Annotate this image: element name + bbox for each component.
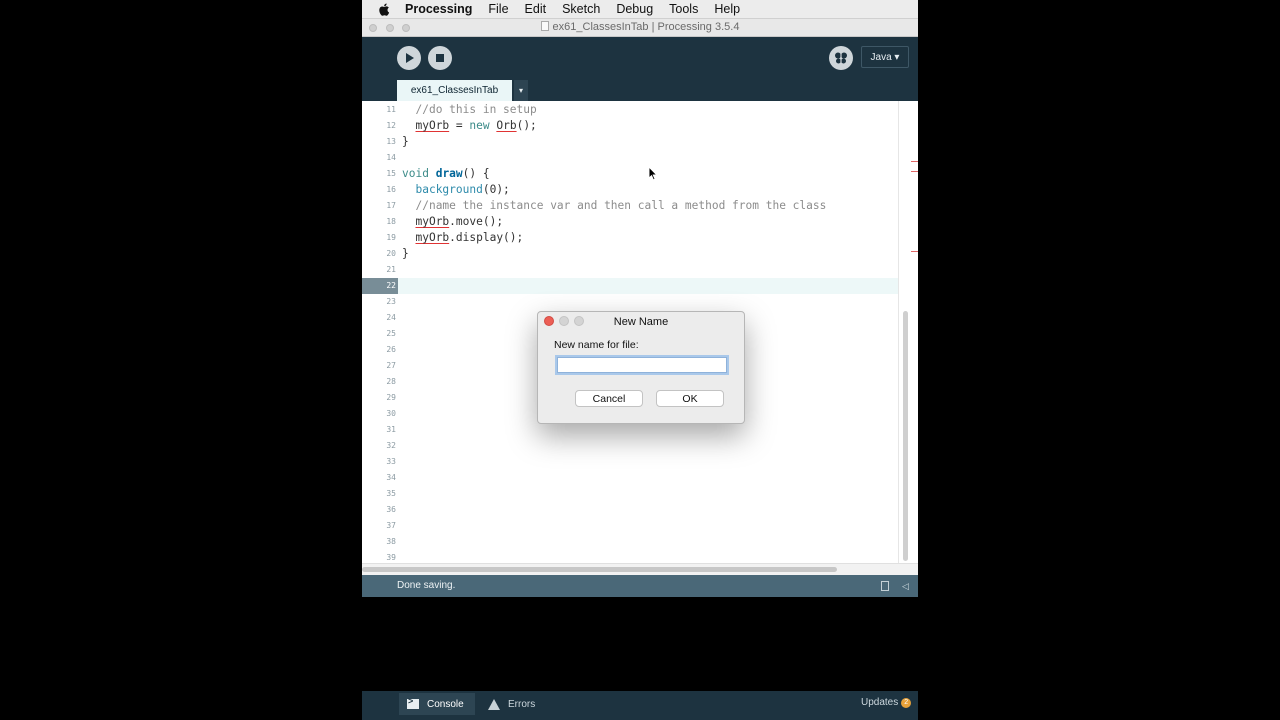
horizontal-scroll-thumb[interactable] (362, 567, 837, 572)
line-number: 37 (386, 521, 396, 530)
horizontal-scrollbar[interactable] (362, 563, 918, 575)
window-title: ex61_ClassesInTab | Processing 3.5.4 (552, 21, 740, 33)
tab-console[interactable]: Console (399, 693, 475, 715)
line-number: 18 (386, 217, 396, 226)
apple-icon[interactable] (378, 3, 390, 16)
code-line[interactable]: myOrb.display(); (402, 230, 523, 246)
line-number: 20 (386, 249, 396, 258)
code-line[interactable]: //name the instance var and then call a … (402, 198, 826, 214)
code-line[interactable]: background(0); (402, 182, 509, 198)
debugger-button[interactable] (829, 46, 853, 70)
warning-icon (488, 698, 500, 710)
code-line[interactable]: void draw() { (402, 166, 490, 182)
line-number: 28 (386, 377, 396, 386)
code-line[interactable]: } (402, 134, 409, 150)
error-marker[interactable] (911, 171, 918, 172)
mouse-pointer-icon (648, 165, 658, 186)
tab-errors[interactable]: Errors (488, 693, 535, 715)
menu-sketch[interactable]: Sketch (562, 2, 600, 16)
line-number: 11 (386, 105, 396, 114)
error-marker[interactable] (911, 251, 918, 252)
stop-icon (436, 54, 444, 62)
line-number: 31 (386, 425, 396, 434)
menu-debug[interactable]: Debug (616, 2, 653, 16)
menu-file[interactable]: File (488, 2, 508, 16)
vertical-scrollbar[interactable] (898, 101, 910, 563)
mac-menubar: Processing File Edit Sketch Debug Tools … (362, 0, 918, 19)
tab-menu-button[interactable]: ▾ (514, 80, 528, 101)
cancel-button[interactable]: Cancel (575, 390, 643, 407)
line-number: 21 (386, 265, 396, 274)
play-icon (406, 53, 414, 63)
line-number: 26 (386, 345, 396, 354)
dialog-title: New Name (613, 316, 669, 328)
stop-button[interactable] (428, 46, 452, 70)
line-number: 24 (386, 313, 396, 322)
line-number: 33 (386, 457, 396, 466)
line-number: 12 (386, 121, 396, 130)
copy-icon[interactable] (881, 581, 889, 591)
collapse-console-icon[interactable]: ◁ (902, 581, 909, 592)
code-line[interactable]: myOrb.move(); (402, 214, 503, 230)
line-number: 35 (386, 489, 396, 498)
line-number: 38 (386, 537, 396, 546)
line-number: 15 (386, 169, 396, 178)
console-tab-label: Console (427, 698, 464, 710)
sketch-toolbar: Java ▾ ex61_ClassesInTab ▾ (362, 37, 918, 101)
menu-app-processing[interactable]: Processing (405, 2, 472, 16)
ok-button[interactable]: OK (656, 390, 724, 407)
line-number: 22 (386, 281, 396, 290)
mode-selector[interactable]: Java ▾ (861, 46, 909, 68)
line-number: 36 (386, 505, 396, 514)
rename-dialog: New Name New name for file: Cancel OK (537, 311, 745, 424)
updates-label: Updates (861, 697, 899, 708)
line-number: 29 (386, 393, 396, 402)
line-number: 19 (386, 233, 396, 242)
run-button[interactable] (397, 46, 421, 70)
line-number: 25 (386, 329, 396, 338)
document-icon (540, 21, 549, 31)
code-line[interactable]: } (402, 246, 409, 262)
terminal-icon (407, 696, 419, 709)
code-line[interactable]: myOrb = new Orb(); (402, 118, 536, 134)
line-number: 30 (386, 409, 396, 418)
updates-count-badge: 2 (901, 697, 912, 708)
menu-help[interactable]: Help (714, 2, 740, 16)
new-name-input[interactable] (557, 357, 727, 373)
console-bar: Console Errors Updates 2 (362, 691, 918, 720)
error-marker[interactable] (911, 161, 918, 162)
new-name-label: New name for file: (554, 339, 639, 351)
line-number: 13 (386, 137, 396, 146)
current-line-highlight (362, 278, 898, 294)
window-titlebar: ex61_ClassesInTab | Processing 3.5.4 (362, 19, 918, 37)
status-message: Done saving. (397, 580, 456, 591)
line-number: 32 (386, 441, 396, 450)
tab-ex61-classesintab[interactable]: ex61_ClassesInTab (397, 80, 512, 101)
errors-tab-label: Errors (508, 698, 536, 710)
line-number: 34 (386, 473, 396, 482)
code-line[interactable]: //do this in setup (402, 102, 536, 118)
vertical-scroll-thumb[interactable] (903, 311, 908, 561)
menu-tools[interactable]: Tools (669, 2, 698, 16)
line-number: 14 (386, 153, 396, 162)
line-number: 16 (386, 185, 396, 194)
line-number: 27 (386, 361, 396, 370)
updates-button[interactable]: Updates 2 (861, 697, 912, 708)
menu-edit[interactable]: Edit (525, 2, 547, 16)
status-bar: Done saving. ◁ (362, 575, 918, 597)
line-number: 23 (386, 297, 396, 306)
window-title-container: ex61_ClassesInTab | Processing 3.5.4 (362, 21, 918, 33)
line-number: 17 (386, 201, 396, 210)
butterfly-icon (835, 52, 847, 64)
